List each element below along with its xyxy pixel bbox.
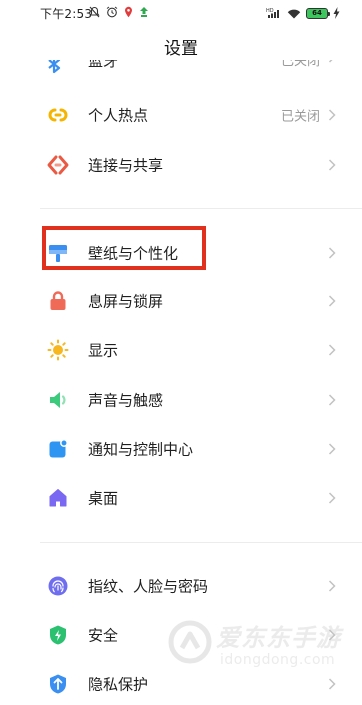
charging-icon: [333, 7, 340, 19]
battery-icon: 64: [306, 7, 330, 19]
highlight-box: [42, 226, 206, 270]
chevron-right-icon: [328, 60, 333, 63]
settings-item-label: 通知与控制中心: [88, 440, 194, 459]
settings-item-label: 息屏与锁屏: [88, 292, 164, 311]
settings-item-home-screen[interactable]: 桌面: [0, 473, 362, 523]
settings-item-label: 显示: [88, 341, 119, 360]
settings-item-connection-share[interactable]: 连接与共享: [0, 140, 362, 190]
status-left-icons: [89, 5, 149, 19]
status-time: 下午2:53: [40, 7, 93, 21]
chevron-right-icon: [328, 295, 336, 307]
settings-item-fingerprint[interactable]: 指纹、人脸与密码: [0, 561, 362, 611]
settings-item-display[interactable]: 显示: [0, 325, 362, 375]
settings-item-label: 个人热点: [88, 106, 149, 125]
bluetooth-label: 蓝牙: [88, 60, 119, 70]
settings-item-notification[interactable]: 通知与控制中心: [0, 424, 362, 474]
chevron-right-icon: [328, 492, 336, 504]
settings-item-value: 已关闭: [280, 109, 320, 125]
notification-icon: [47, 438, 69, 460]
hotspot-icon: [47, 104, 69, 126]
section-divider: [40, 208, 362, 209]
bluetooth-value: 已关闭: [280, 60, 320, 69]
section-divider: [40, 542, 362, 543]
settings-item-privacy[interactable]: 隐私保护: [0, 659, 362, 705]
settings-item-label: 桌面: [88, 489, 119, 508]
chevron-right-icon: [328, 159, 336, 171]
home-icon: [47, 487, 69, 509]
fingerprint-icon: [47, 575, 69, 597]
settings-item-label: 连接与共享: [88, 156, 164, 175]
speaker-icon: [47, 389, 69, 411]
chevron-right-icon: [328, 109, 336, 121]
battery-level: 64: [312, 9, 322, 17]
page-title: 设置: [164, 39, 198, 59]
svg-text:HD: HD: [266, 8, 274, 14]
settings-item-security[interactable]: 安全: [0, 610, 362, 660]
settings-screen: 下午2:53 HD 64 设置 蓝牙 已关闭 个人热点 已关闭 连接与共享 壁纸…: [0, 0, 362, 705]
chevron-right-icon: [328, 580, 336, 592]
shield-icon: [47, 624, 69, 646]
settings-item-sound[interactable]: 声音与触感: [0, 375, 362, 425]
lock-icon: [47, 290, 69, 312]
status-right-icons: HD 64: [266, 6, 340, 20]
app-notification-icon: [140, 7, 148, 17]
bluetooth-icon: [45, 60, 65, 76]
settings-item-label: 安全: [88, 626, 119, 645]
alarm-icon: [106, 6, 118, 18]
chevron-right-icon: [328, 344, 336, 356]
privacy-icon: [47, 673, 69, 695]
chevron-right-icon: [328, 678, 336, 690]
connection-share-icon: [47, 154, 69, 176]
settings-item-label: 声音与触感: [88, 391, 164, 410]
status-bar: 下午2:53 HD 64: [0, 0, 362, 26]
settings-item-label: 指纹、人脸与密码: [88, 577, 209, 596]
sun-icon: [47, 339, 69, 361]
signal-icon: HD: [266, 8, 279, 18]
settings-item-hotspot[interactable]: 个人热点 已关闭: [0, 90, 362, 140]
do-not-disturb-icon: [89, 6, 100, 18]
bluetooth-row[interactable]: 蓝牙 已关闭: [0, 60, 362, 76]
chevron-right-icon: [328, 443, 336, 455]
chevron-right-icon: [328, 247, 336, 259]
wifi-icon: [287, 9, 301, 18]
settings-item-lock-screen[interactable]: 息屏与锁屏: [0, 276, 362, 326]
location-icon: [125, 6, 132, 18]
chevron-right-icon: [328, 394, 336, 406]
chevron-right-icon: [328, 629, 336, 641]
settings-item-label: 隐私保护: [88, 675, 149, 694]
